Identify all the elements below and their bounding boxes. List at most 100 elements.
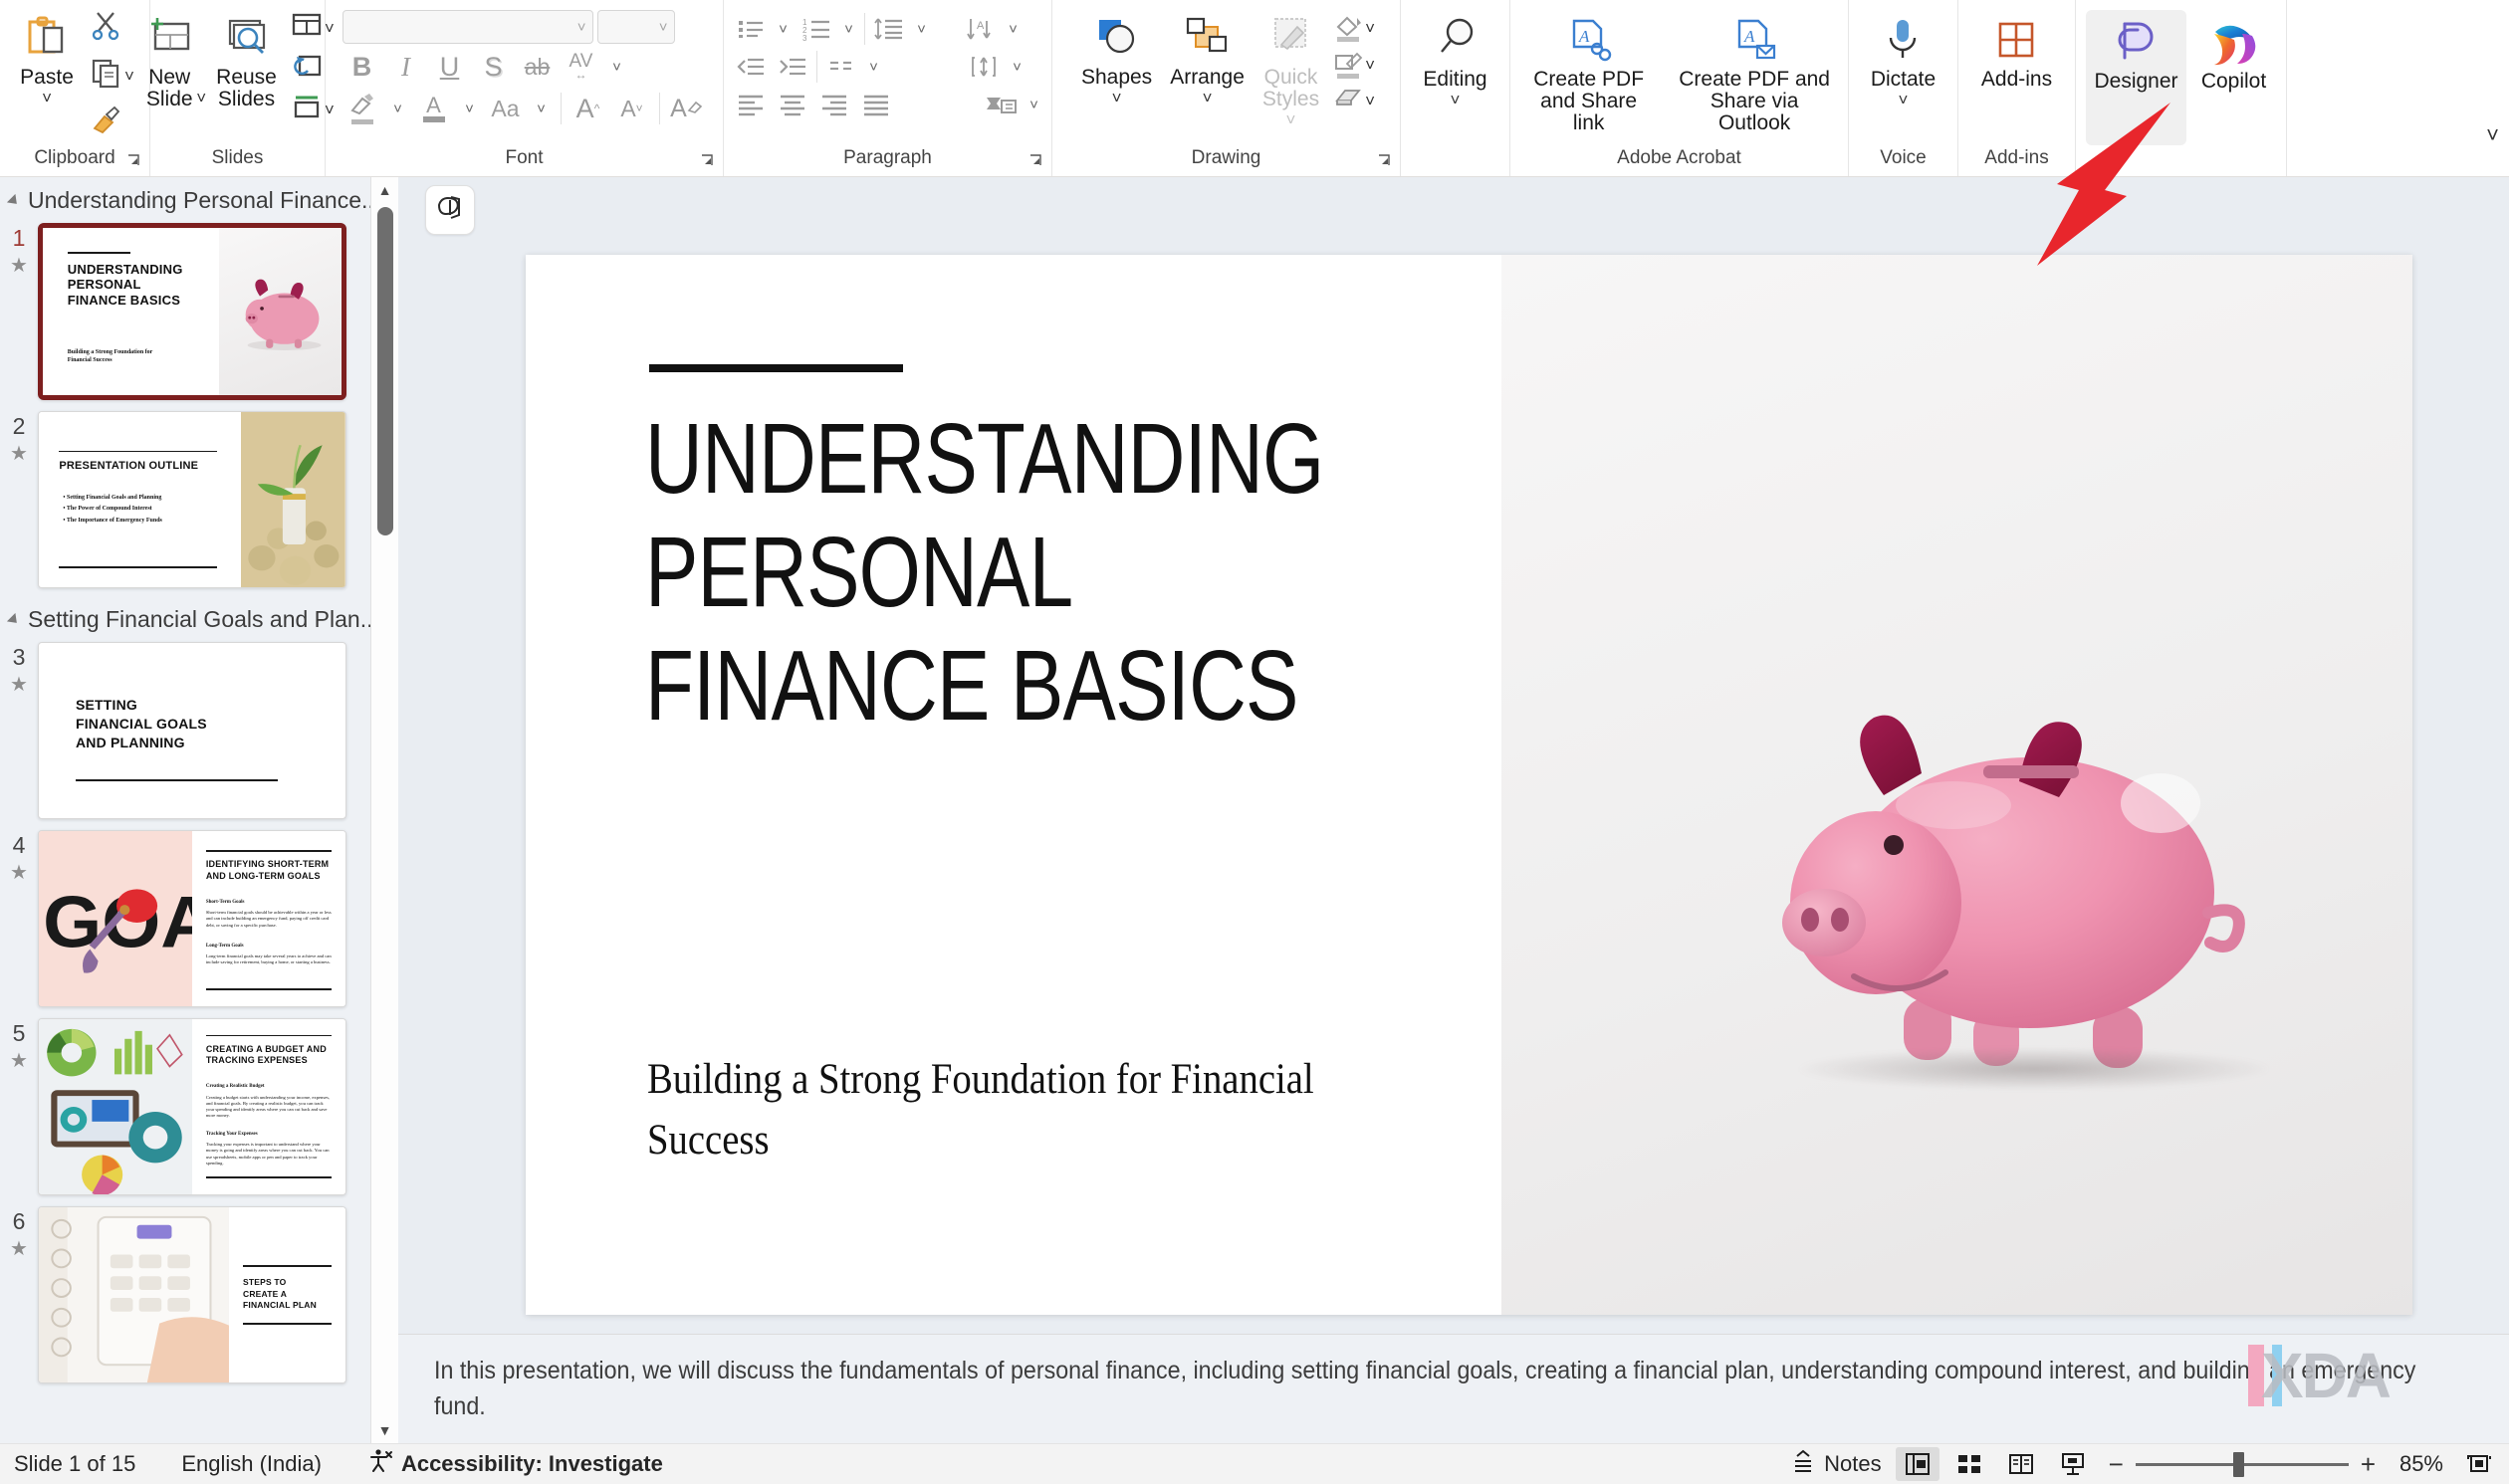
language-indicator[interactable]: English (India) <box>175 1448 328 1480</box>
font-size-input[interactable]: ˅ <box>597 10 675 44</box>
align-text-chevron-down-icon[interactable]: ˅ <box>1006 48 1029 86</box>
normal-view-button[interactable] <box>1896 1447 1939 1481</box>
change-case-chevron-down-icon[interactable]: ˅ <box>530 90 554 127</box>
shape-effects-button[interactable]: ˅ <box>1329 84 1379 116</box>
thumbnail-row-1[interactable]: 1 ★ UNDERSTANDING PERSONAL FINANCE BASIC… <box>0 220 398 408</box>
thumbnail-row-2[interactable]: 2 ★ PRESENTATION OUTLINE • Setting Finan… <box>0 408 398 596</box>
slide-thumbnail-4[interactable]: GOAL IDENTIFYING SHORT-TERM AND LONG-TER… <box>38 830 346 1007</box>
thumbnail-row-5[interactable]: 5 ★ <box>0 1015 398 1203</box>
font-name-chevron-down-icon[interactable]: ˅ <box>577 19 586 36</box>
clipboard-dialog-launcher[interactable] <box>125 152 141 168</box>
align-right-button[interactable] <box>813 86 855 123</box>
section-collapse-triangle-icon-2[interactable] <box>7 612 21 626</box>
paragraph-dialog-launcher[interactable] <box>1027 152 1043 168</box>
zoom-in-button[interactable]: + <box>2361 1451 2376 1477</box>
slide-thumbnail-panel[interactable]: Understanding Personal Finance... 1 ★ UN… <box>0 177 398 1443</box>
strikethrough-button[interactable]: ab <box>518 48 558 86</box>
shapes-button[interactable]: Shapes ˅ <box>1073 6 1160 108</box>
zoom-slider[interactable] <box>2136 1463 2349 1466</box>
slide-thumbnail-6[interactable]: STEPS TO CREATE A FINANCIAL PLAN <box>38 1206 346 1383</box>
font-size-chevron-down-icon[interactable]: ˅ <box>659 19 668 36</box>
add-ins-button[interactable]: Add-ins <box>1973 8 2060 93</box>
slide-subtitle[interactable]: Building a Strong Foundation for Financi… <box>647 1049 1328 1170</box>
decrease-indent-button[interactable] <box>730 48 772 86</box>
editing-chevron-down-icon[interactable]: ˅ <box>1451 92 1461 108</box>
collapse-ribbon-chevron-icon[interactable]: ˅ <box>2486 122 2499 148</box>
shape-outline-chevron-down-icon[interactable]: ˅ <box>1365 57 1375 74</box>
notes-pane[interactable]: In this presentation, we will discuss th… <box>398 1334 2509 1443</box>
shapes-chevron-down-icon[interactable]: ˅ <box>1112 90 1122 106</box>
paste-chevron-down-icon[interactable]: ˅ <box>42 90 52 106</box>
clear-formatting-button[interactable]: A <box>667 90 707 127</box>
highlight-chevron-down-icon[interactable]: ˅ <box>386 90 410 127</box>
slide-title[interactable]: UNDERSTANDING PERSONAL FINANCE BASICS <box>645 402 1298 742</box>
drawing-dialog-launcher[interactable] <box>1376 152 1392 168</box>
decrease-font-size-button[interactable]: A ˅ <box>612 90 652 127</box>
reading-view-button[interactable] <box>1999 1447 2043 1481</box>
new-slide-chevron-down-icon[interactable]: ˅ <box>196 90 206 106</box>
copy-chevron-down-icon[interactable]: ˅ <box>124 68 134 85</box>
thumbnail-row-6[interactable]: 6 ★ <box>0 1203 398 1391</box>
notes-text[interactable]: In this presentation, we will discuss th… <box>434 1353 2469 1425</box>
accessibility-status[interactable]: Accessibility: Investigate <box>361 1445 669 1483</box>
scrollbar-thumb[interactable] <box>377 207 393 535</box>
numbering-chevron-down-icon[interactable]: ˅ <box>837 10 861 48</box>
align-text-button[interactable] <box>964 48 1006 86</box>
copilot-button[interactable]: Copilot <box>2192 10 2276 95</box>
align-center-button[interactable] <box>772 86 813 123</box>
slide-counter[interactable]: Slide 1 of 15 <box>8 1448 141 1480</box>
quick-styles-button[interactable]: Quick Styles ˅ <box>1254 6 1327 130</box>
section-header-2[interactable]: Setting Financial Goals and Plan... <box>0 596 398 639</box>
zoom-slider-thumb[interactable] <box>2233 1452 2244 1477</box>
new-slide-button[interactable]: New Slide <box>136 6 202 112</box>
arrange-chevron-down-icon[interactable]: ˅ <box>1203 90 1213 106</box>
shape-fill-button[interactable]: ˅ <box>1329 10 1379 45</box>
change-case-button[interactable]: Aa <box>486 90 526 127</box>
shape-fill-chevron-down-icon[interactable]: ˅ <box>1365 20 1375 37</box>
slide-thumbnail-3[interactable]: SETTING FINANCIAL GOALS AND PLANNING <box>38 642 346 819</box>
section-header-1[interactable]: Understanding Personal Finance... <box>0 177 398 220</box>
designer-button[interactable]: Designer <box>2086 10 2185 145</box>
scroll-up-arrow-icon[interactable]: ▲ <box>371 177 398 203</box>
justify-button[interactable] <box>855 86 897 123</box>
italic-button[interactable]: I <box>386 48 426 86</box>
editing-button[interactable]: Editing ˅ <box>1415 8 1494 110</box>
text-direction-button[interactable]: A <box>960 10 1002 48</box>
text-highlight-button[interactable] <box>342 90 382 127</box>
shape-outline-button[interactable]: ˅ <box>1329 47 1379 82</box>
slide-panel-scrollbar[interactable]: ▲ ▼ <box>370 177 398 1443</box>
zoom-level[interactable]: 85% <box>2388 1451 2443 1477</box>
arrange-button[interactable]: Arrange ˅ <box>1162 6 1253 108</box>
columns-button[interactable] <box>820 48 862 86</box>
cut-button[interactable] <box>85 6 138 51</box>
underline-button[interactable]: U <box>430 48 470 86</box>
increase-indent-button[interactable] <box>772 48 813 86</box>
format-painter-button[interactable] <box>85 100 138 144</box>
bullets-button[interactable] <box>730 10 772 48</box>
zoom-out-button[interactable]: − <box>2109 1451 2124 1477</box>
line-spacing-button[interactable] <box>868 10 910 48</box>
columns-chevron-down-icon[interactable]: ˅ <box>862 48 886 86</box>
text-direction-chevron-down-icon[interactable]: ˅ <box>1002 10 1026 48</box>
dictate-button[interactable]: Dictate ˅ <box>1863 8 1943 110</box>
active-slide-canvas[interactable]: UNDERSTANDING PERSONAL FINANCE BASICS Bu… <box>526 255 2412 1315</box>
font-color-button[interactable]: A <box>414 90 454 127</box>
slide-show-button[interactable] <box>2051 1447 2095 1481</box>
slide-thumbnail-5[interactable]: CREATING A BUDGET AND TRACKING EXPENSES … <box>38 1018 346 1195</box>
convert-to-smartart-button[interactable] <box>981 86 1023 123</box>
zoom-control[interactable]: − + 85% <box>2103 1451 2449 1477</box>
align-left-button[interactable] <box>730 86 772 123</box>
bold-button[interactable]: B <box>342 48 382 86</box>
reuse-slides-button[interactable]: Reuse Slides <box>208 6 285 112</box>
line-spacing-chevron-down-icon[interactable]: ˅ <box>910 10 934 48</box>
fit-to-window-button[interactable] <box>2457 1447 2501 1481</box>
numbering-button[interactable]: 123 <box>796 10 837 48</box>
slide-sorter-view-button[interactable] <box>1947 1447 1991 1481</box>
slide-thumbnail-1[interactable]: UNDERSTANDING PERSONAL FINANCE BASICS Bu… <box>38 223 346 400</box>
quick-styles-chevron-down-icon[interactable]: ˅ <box>1286 111 1296 128</box>
create-pdf-and-share-link-button[interactable]: A Create PDF and Share link <box>1518 8 1659 135</box>
notes-toggle-button[interactable]: Notes <box>1784 1445 1887 1483</box>
character-spacing-button[interactable]: AV ↔ <box>562 48 601 86</box>
thumbnail-row-3[interactable]: 3 ★ SETTING FINANCIAL GOALS AND PLANNING <box>0 639 398 827</box>
char-spacing-chevron-down-icon[interactable]: ˅ <box>605 48 629 86</box>
